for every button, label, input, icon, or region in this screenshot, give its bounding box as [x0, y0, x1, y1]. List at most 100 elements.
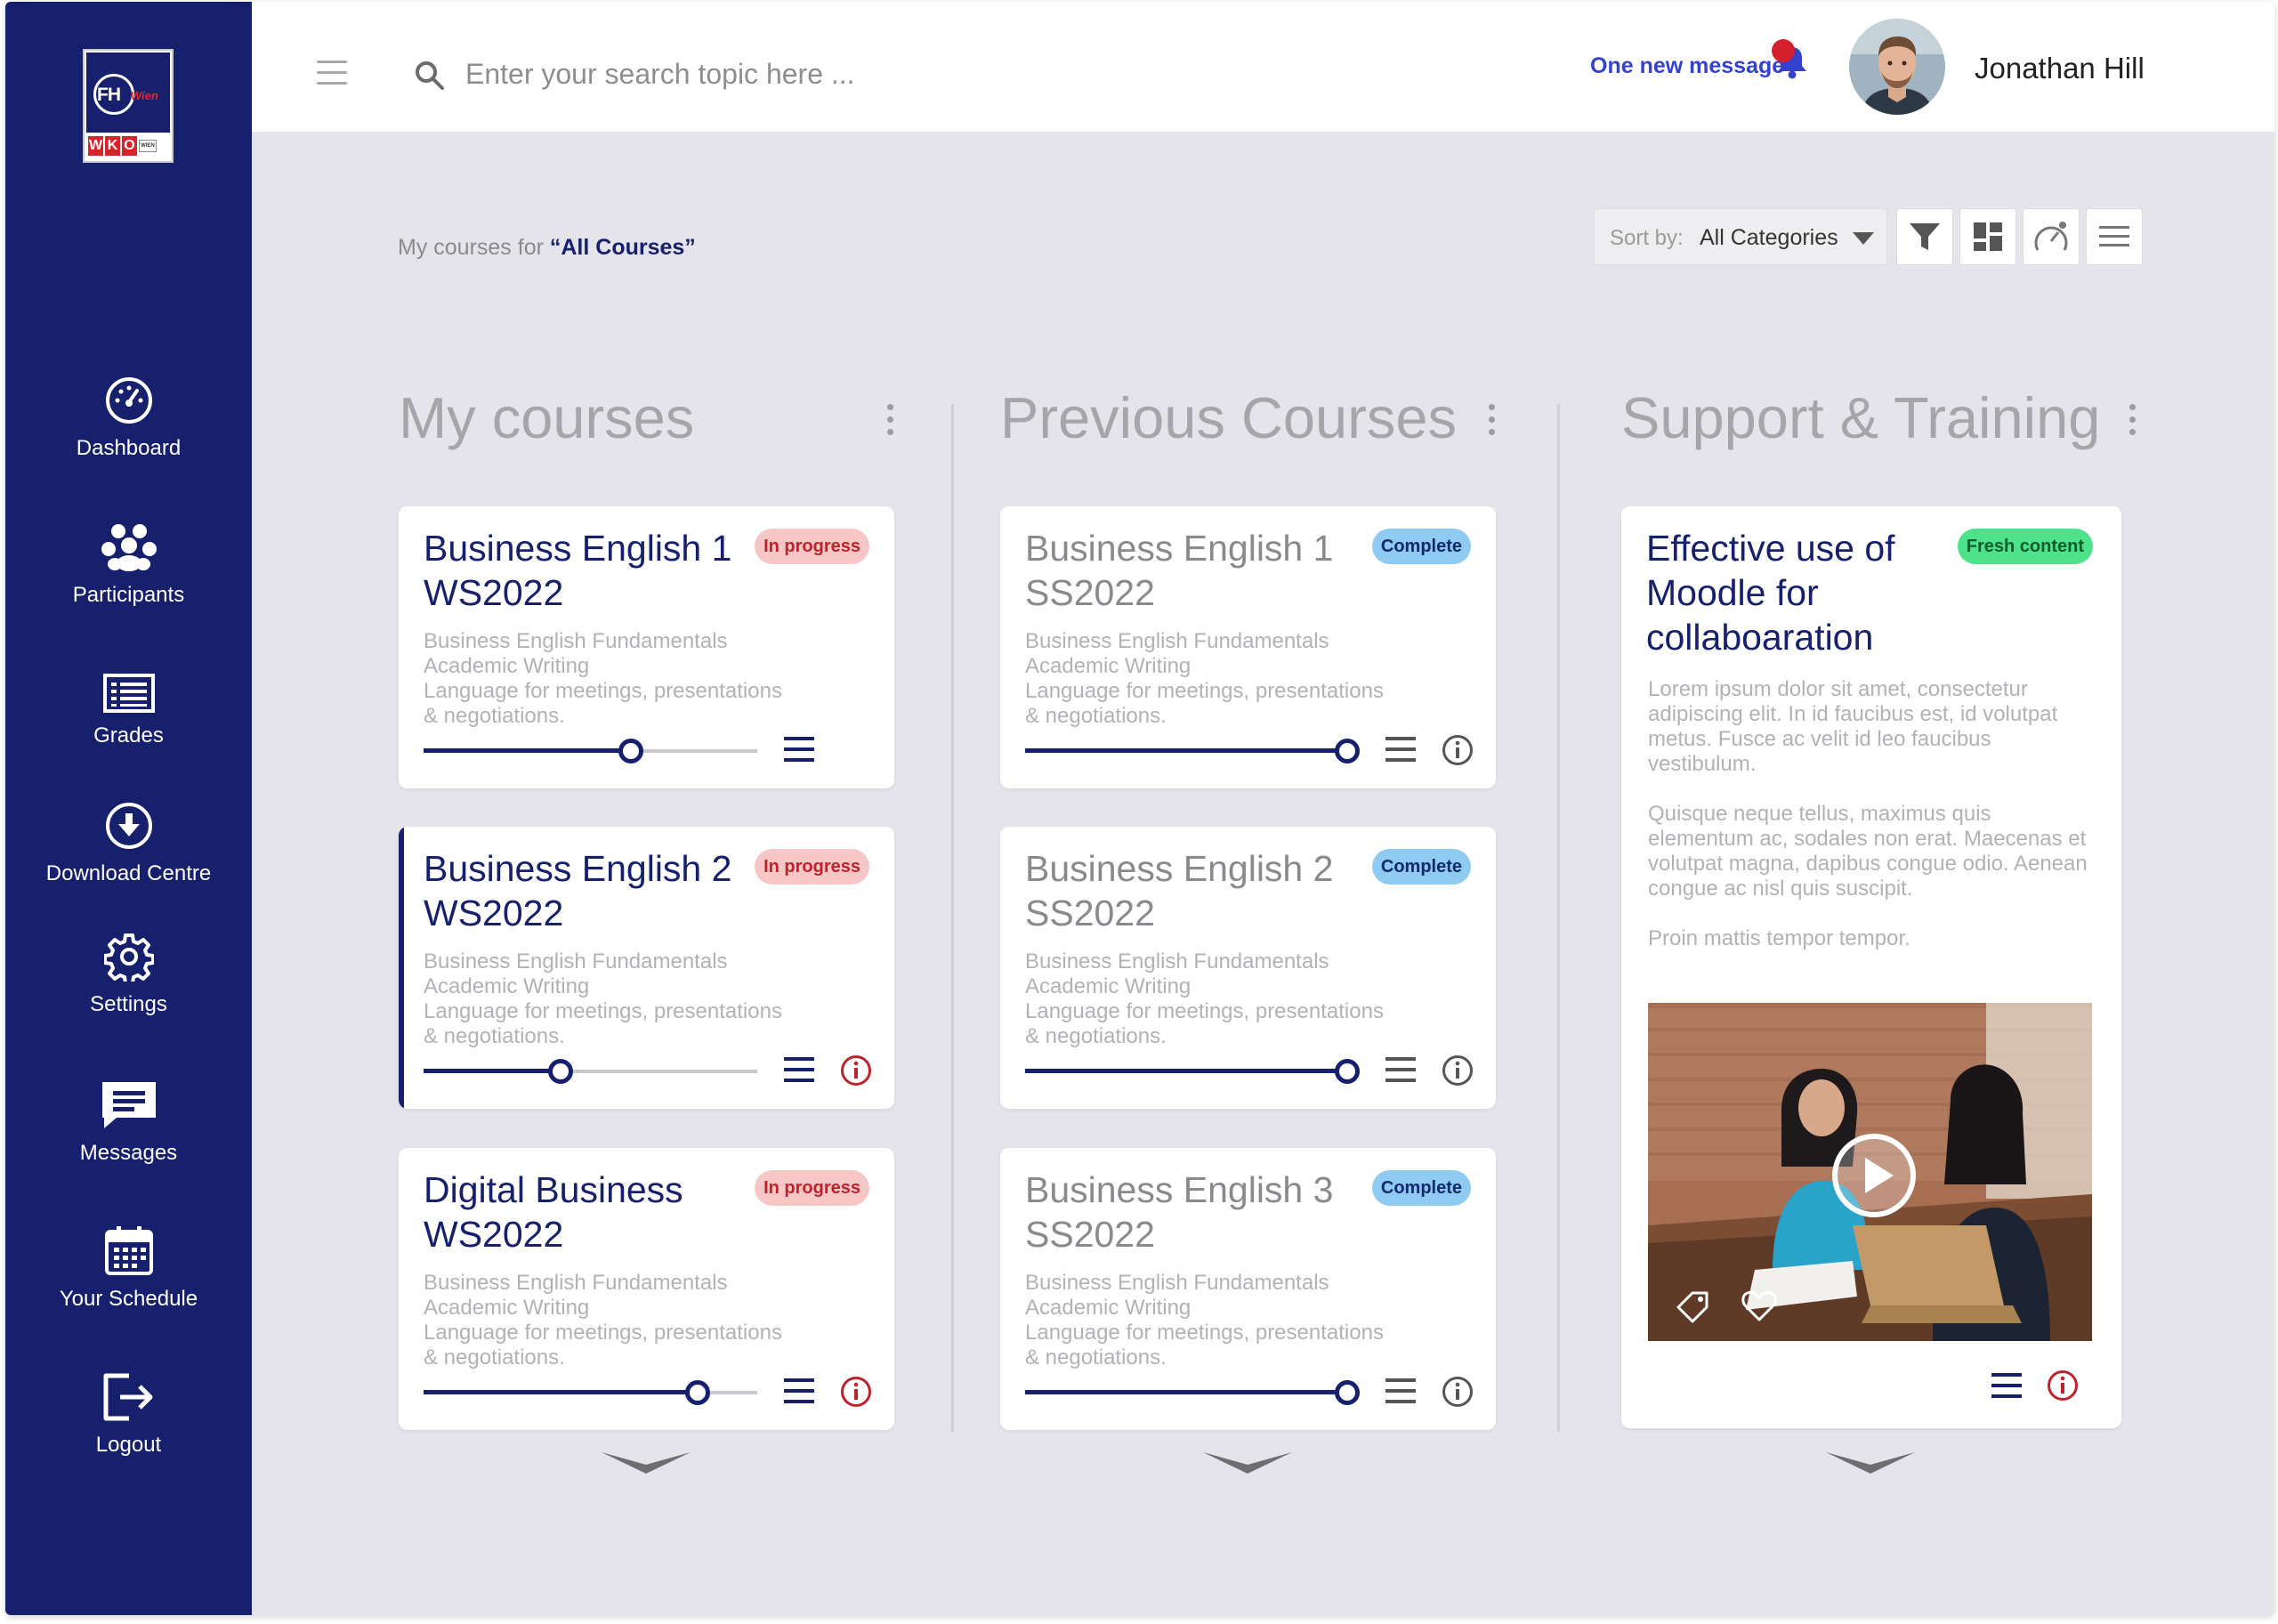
logo-wko-letter: W	[88, 136, 103, 156]
sort-by-dropdown[interactable]: Sort by: All Categories	[1594, 208, 1887, 265]
heart-icon[interactable]	[1741, 1289, 1778, 1323]
kebab-dot-icon	[1489, 416, 1495, 423]
progress-fill	[424, 748, 631, 753]
column-menu-previous-courses[interactable]	[1489, 404, 1496, 441]
sidebar-item-label: Logout	[95, 1433, 162, 1457]
column-menu-support-training[interactable]	[2129, 404, 2137, 441]
status-badge: Fresh content	[1957, 529, 2093, 564]
slider-knob[interactable]	[684, 1380, 710, 1405]
course-card[interactable]: Business English 1 SS2022 Complete Busin…	[1000, 506, 1496, 788]
slider-knob[interactable]	[547, 1059, 573, 1084]
filter-prefix: My courses for	[398, 235, 550, 260]
column-menu-my-courses[interactable]	[887, 404, 894, 441]
search-input[interactable]	[465, 53, 1088, 94]
app-window: FH Wien W K O WIEN Dashboard Participant…	[5, 2, 2274, 1615]
list-icon[interactable]	[784, 736, 814, 763]
search-icon[interactable]	[415, 61, 445, 91]
top-header: One new message Jonathan Hill	[252, 2, 2274, 132]
hamburger-line	[317, 71, 347, 74]
user-name[interactable]: Jonathan Hill	[1975, 52, 2145, 85]
info-icon[interactable]	[840, 1054, 872, 1087]
course-card[interactable]: Business English 2 WS2022 In progress Bu…	[399, 827, 894, 1109]
new-message-link[interactable]: One new message	[1590, 53, 1784, 79]
sidebar-item-messages[interactable]: Messages	[5, 1079, 252, 1166]
column-title-previous-courses: Previous Courses	[1000, 385, 1457, 450]
course-description: Business English Fundamentals Academic W…	[424, 949, 782, 1048]
status-badge: Complete	[1371, 849, 1471, 885]
hamburger-menu-button[interactable]	[317, 61, 347, 85]
slider-knob[interactable]	[1335, 739, 1360, 764]
list-icon[interactable]	[1385, 1056, 1416, 1083]
play-icon[interactable]	[1831, 1133, 1917, 1218]
sidebar-item-your-schedule[interactable]: Your Schedule	[5, 1224, 252, 1312]
slider-knob[interactable]	[1335, 1059, 1360, 1084]
progress-slider[interactable]	[1025, 739, 1360, 764]
list-icon[interactable]	[784, 1056, 814, 1083]
course-title: Digital Business WS2022	[424, 1169, 683, 1255]
list-icon[interactable]	[1385, 1378, 1416, 1404]
sidebar-item-download-centre[interactable]: Download Centre	[5, 801, 252, 886]
filter-value[interactable]: “All Courses”	[550, 235, 696, 260]
filter-button[interactable]	[1896, 208, 1953, 265]
fh-wien-wko-logo[interactable]: FH Wien W K O WIEN	[83, 49, 174, 163]
course-card[interactable]: Business English 3 SS2022 Complete Busin…	[1000, 1148, 1496, 1430]
progress-slider[interactable]	[1025, 1380, 1360, 1405]
support-card[interactable]: Effective use of Moodle for collaboarati…	[1621, 506, 2121, 1428]
status-badge: Complete	[1371, 529, 1471, 564]
video-thumbnail[interactable]	[1648, 1003, 2092, 1341]
logo-wko-letter: K	[105, 136, 120, 156]
grid-icon	[1974, 222, 2002, 251]
progress-slider[interactable]	[1025, 1059, 1360, 1084]
logo-wko: W K O WIEN	[86, 136, 170, 159]
column-title-support-training: Support & Training	[1621, 385, 2101, 450]
course-description: Business English Fundamentals Academic W…	[1025, 629, 1384, 728]
hamburger-line	[317, 82, 347, 85]
list-view-button[interactable]	[2086, 208, 2143, 265]
slider-knob[interactable]	[618, 739, 643, 764]
dashboard-view-button[interactable]	[2023, 208, 2080, 265]
chevron-down-icon[interactable]	[1826, 1452, 1915, 1479]
avatar[interactable]	[1849, 19, 1945, 115]
course-title: Business English 3 SS2022	[1025, 1169, 1334, 1255]
status-badge: In progress	[755, 1170, 869, 1206]
progress-slider[interactable]	[424, 1059, 757, 1084]
sidebar-item-logout[interactable]: Logout	[5, 1372, 252, 1458]
course-description: Business English Fundamentals Academic W…	[424, 629, 782, 728]
sidebar-item-label: Your Schedule	[59, 1287, 198, 1311]
progress-fill	[424, 1069, 561, 1073]
grid-view-button[interactable]	[1959, 208, 2016, 265]
info-icon[interactable]	[840, 1376, 872, 1408]
sidebar-item-dashboard[interactable]: Dashboard	[5, 376, 252, 461]
info-icon[interactable]	[1442, 734, 1474, 766]
chevron-down-icon[interactable]	[602, 1452, 691, 1479]
support-paragraph: Proin mattis tempor tempor.	[1648, 926, 1910, 950]
info-icon[interactable]	[1442, 1054, 1474, 1087]
list-icon[interactable]	[1991, 1372, 2022, 1399]
progress-slider[interactable]	[424, 739, 757, 764]
course-card[interactable]: Business English 2 SS2022 Complete Busin…	[1000, 827, 1496, 1109]
course-description: Business English Fundamentals Academic W…	[424, 1271, 782, 1369]
support-description: Lorem ipsum dolor sit amet, consectetur …	[1648, 677, 2093, 976]
logo-wko-letter: O	[122, 136, 137, 156]
sidebar-item-label: Dashboard	[76, 436, 182, 460]
chevron-down-icon[interactable]	[1203, 1452, 1292, 1479]
download-icon	[105, 803, 152, 849]
sidebar-item-settings[interactable]: Settings	[5, 932, 252, 1017]
progress-slider[interactable]	[424, 1380, 757, 1405]
info-icon[interactable]	[2047, 1369, 2079, 1402]
sidebar-item-grades[interactable]: Grades	[5, 674, 252, 748]
tag-icon[interactable]	[1675, 1288, 1712, 1325]
list-icon[interactable]	[1385, 736, 1416, 763]
people-icon	[101, 524, 157, 571]
info-icon[interactable]	[1442, 1376, 1474, 1408]
course-card[interactable]: Business English 1 WS2022 In progress Bu…	[399, 506, 894, 788]
sidebar-item-participants[interactable]: Participants	[5, 522, 252, 608]
support-paragraph: Lorem ipsum dolor sit amet, consectetur …	[1648, 677, 2058, 776]
logo-wko-small: WIEN	[139, 140, 157, 152]
slider-knob[interactable]	[1335, 1380, 1360, 1405]
sidebar: FH Wien W K O WIEN Dashboard Participant…	[5, 2, 252, 1615]
course-filter-label: My courses for “All Courses”	[398, 235, 696, 261]
progress-fill	[1025, 1390, 1347, 1394]
list-icon[interactable]	[784, 1378, 814, 1404]
course-card[interactable]: Digital Business WS2022 In progress Busi…	[399, 1148, 894, 1430]
